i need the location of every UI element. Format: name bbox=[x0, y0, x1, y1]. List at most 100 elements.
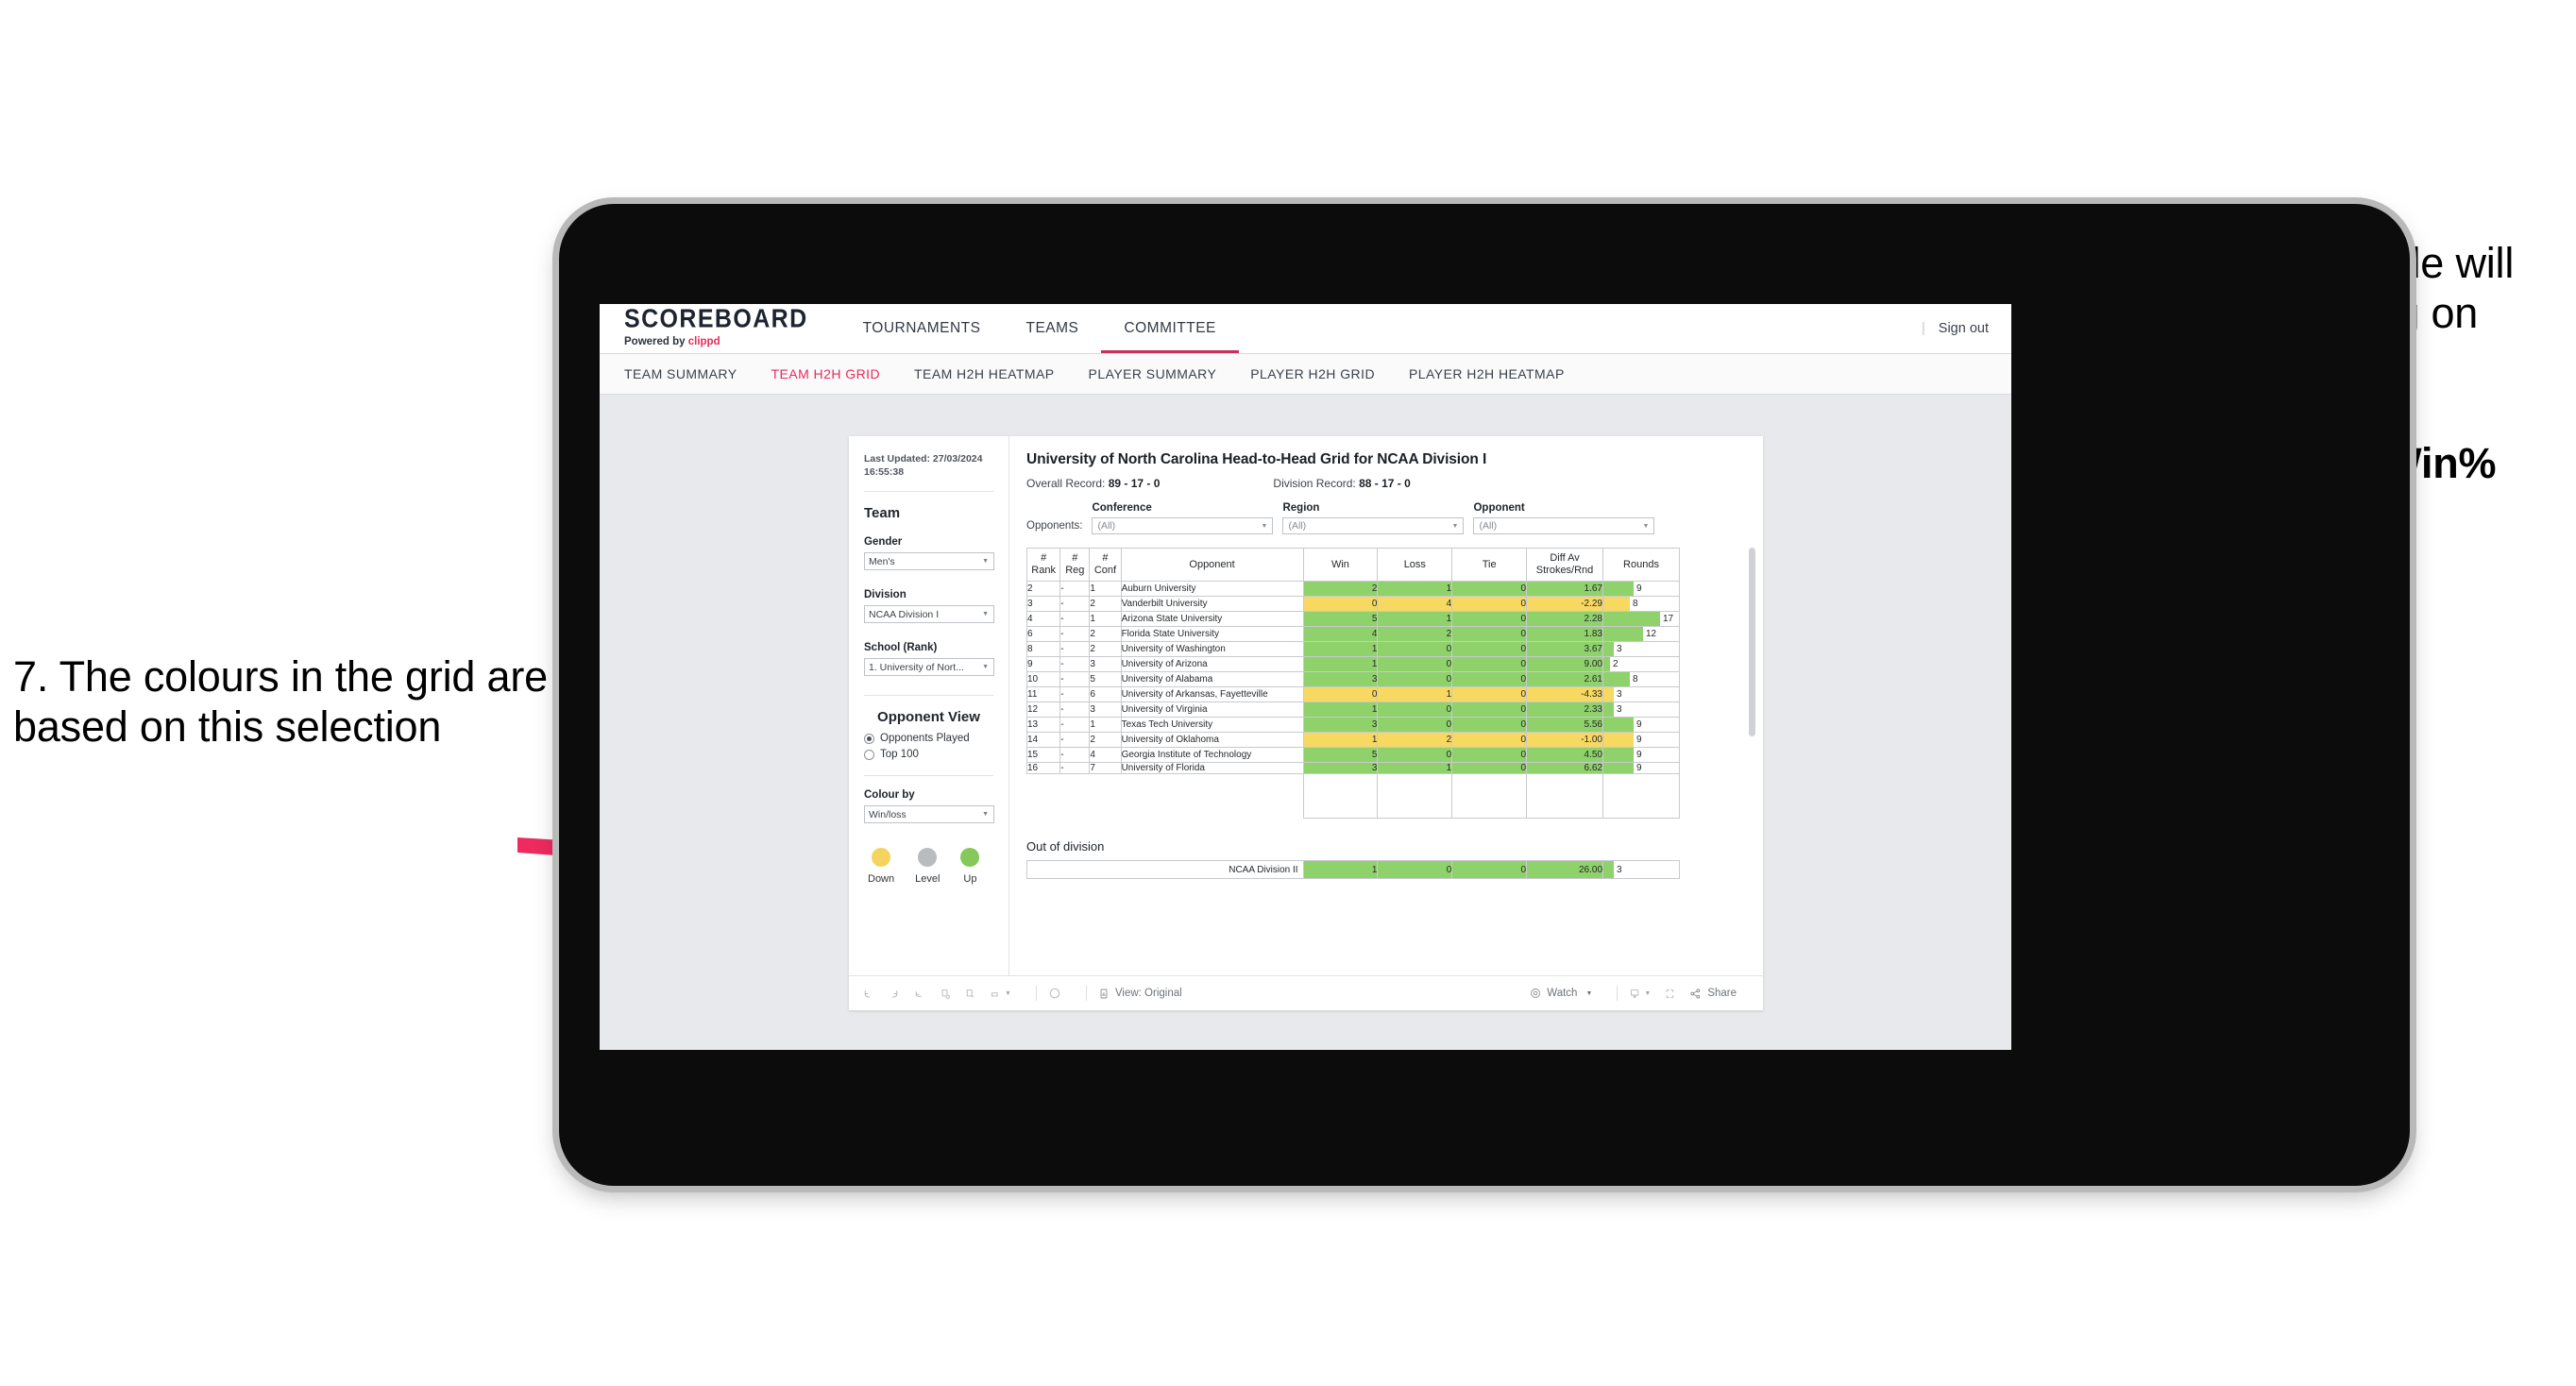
fullscreen-icon[interactable] bbox=[1664, 988, 1676, 1000]
table-row[interactable]: 8-2 University of Washington 1 0 0 3.67 3 bbox=[1025, 641, 1680, 657]
col-opponent: Opponent bbox=[1120, 548, 1304, 582]
sign-out-area: | Sign out bbox=[1922, 304, 1989, 353]
h2h-grid-header-row: # Rank # Reg # Conf Opponent Win Loss Tie D… bbox=[1025, 548, 1680, 582]
table-row[interactable]: 16-7 University of Florida 3 1 0 6.62 9 bbox=[1025, 762, 1680, 774]
cell-diff: 6.62 bbox=[1526, 762, 1603, 774]
cell-diff: 4.50 bbox=[1526, 747, 1603, 763]
overall-record: Overall Record: 89 - 17 - 0 bbox=[1026, 477, 1160, 490]
cell-reg: - bbox=[1059, 656, 1091, 672]
watch-button[interactable]: Watch ▼ bbox=[1530, 988, 1592, 999]
refresh-icon[interactable] bbox=[939, 988, 951, 1000]
col-conf: # Conf bbox=[1089, 548, 1122, 582]
table-row[interactable]: 11-6 University of Arkansas, Fayetteville… bbox=[1025, 686, 1680, 702]
opponents-filter-label: Opponents: bbox=[1026, 520, 1083, 532]
region-filter-select[interactable]: (All) ▼ bbox=[1282, 517, 1465, 534]
od-cell-loss: 0 bbox=[1377, 860, 1453, 879]
help-icon[interactable] bbox=[1048, 987, 1061, 1000]
chevron-down-icon: ▼ bbox=[1642, 522, 1650, 530]
cell-conf: 4 bbox=[1089, 747, 1122, 763]
subnav-team-h2h-heatmap[interactable]: TEAM H2H HEATMAP bbox=[914, 366, 1055, 381]
cell-rounds: 9 bbox=[1602, 581, 1680, 597]
cell-reg: - bbox=[1059, 686, 1091, 702]
cell-tie: 0 bbox=[1451, 701, 1528, 718]
table-row[interactable]: 9-3 University of Arizona 1 0 0 9.00 2 bbox=[1025, 656, 1680, 672]
nav-tab-committee[interactable]: COMMITTEE bbox=[1101, 304, 1239, 353]
h2h-grid-head: # Rank # Reg # Conf Opponent Win Loss Tie D… bbox=[1025, 548, 1680, 582]
subnav-player-h2h-heatmap[interactable]: PLAYER H2H HEATMAP bbox=[1409, 366, 1565, 381]
annotation-left: 7. The colours in the grid are based on … bbox=[13, 652, 548, 752]
nav-tab-tournaments[interactable]: TOURNAMENTS bbox=[840, 304, 1004, 353]
table-row[interactable]: 4-1 Arizona State University 5 1 0 2.28 17 bbox=[1025, 611, 1680, 627]
cell-rounds: 9 bbox=[1602, 762, 1680, 774]
download-icon[interactable]: ▼ bbox=[1629, 988, 1651, 1000]
od-cell-win: 1 bbox=[1302, 860, 1379, 879]
cell-reg: - bbox=[1059, 671, 1091, 687]
share-button[interactable]: Share bbox=[1689, 988, 1737, 1000]
table-row[interactable]: 13-1 Texas Tech University 3 0 0 5.56 9 bbox=[1025, 717, 1680, 733]
table-row[interactable]: 6-2 Florida State University 4 2 0 1.83 12 bbox=[1025, 626, 1680, 642]
cell-win: 1 bbox=[1302, 656, 1379, 672]
brand-powered-by: Powered by bbox=[624, 336, 688, 348]
cell-diff: 1.67 bbox=[1526, 581, 1603, 597]
legend-item-up: Up bbox=[960, 848, 980, 885]
col-rounds: Rounds bbox=[1602, 548, 1680, 582]
table-row[interactable]: 12-3 University of Virginia 1 0 0 2.33 3 bbox=[1025, 701, 1680, 718]
radio-top-100[interactable]: Top 100 bbox=[864, 749, 1008, 760]
table-row[interactable]: 14-2 University of Oklahoma 1 2 0 -1.00 9 bbox=[1025, 732, 1680, 748]
cell-rounds: 3 bbox=[1602, 686, 1680, 702]
tableau-toolbar: ▼ View: Original Watch ▼ ▼ Share bbox=[849, 975, 1763, 1010]
cell-diff: 2.28 bbox=[1526, 611, 1603, 627]
conference-filter-value: (All) bbox=[1097, 520, 1116, 532]
table-row[interactable]: 10-5 University of Alabama 3 0 0 2.61 8 bbox=[1025, 671, 1680, 687]
revert-icon[interactable] bbox=[913, 988, 925, 1000]
grid-scrollbar[interactable] bbox=[1749, 548, 1755, 736]
toolbar-separator-2 bbox=[1085, 986, 1087, 1001]
cell-diff: 2.33 bbox=[1526, 701, 1603, 718]
cell-loss: 0 bbox=[1377, 717, 1453, 733]
region-filter-label: Region bbox=[1282, 502, 1320, 514]
subnav-player-h2h-grid[interactable]: PLAYER H2H GRID bbox=[1250, 366, 1375, 381]
cell-win: 1 bbox=[1302, 641, 1379, 657]
gender-select[interactable]: Men's ▼ bbox=[864, 552, 994, 571]
cell-rank: 2 bbox=[1025, 581, 1061, 597]
cell-loss: 1 bbox=[1377, 581, 1453, 597]
legend-label-level: Level bbox=[915, 873, 941, 886]
conference-filter: Conference (All) ▼ bbox=[1092, 502, 1274, 534]
redo-icon[interactable] bbox=[888, 988, 900, 1000]
division-select[interactable]: NCAA Division I ▼ bbox=[864, 605, 994, 624]
table-row[interactable]: 15-4 Georgia Institute of Technology 5 0 0 4.… bbox=[1025, 747, 1680, 763]
colour-by-select[interactable]: Win/loss ▼ bbox=[864, 805, 994, 824]
school-select[interactable]: 1. University of Nort... ▼ bbox=[864, 658, 994, 677]
subnav-team-summary[interactable]: TEAM SUMMARY bbox=[624, 366, 737, 381]
table-row[interactable]: 2-1 Auburn University 2 1 0 1.67 9 bbox=[1025, 581, 1680, 597]
alert-icon[interactable]: ▼ bbox=[990, 988, 1011, 1000]
nav-tab-teams[interactable]: TEAMS bbox=[1004, 304, 1102, 353]
opponent-filter-select[interactable]: (All) ▼ bbox=[1473, 517, 1655, 534]
view-original-button[interactable]: View: Original bbox=[1098, 988, 1182, 1000]
col-rank: # Rank bbox=[1025, 548, 1061, 582]
sign-out-link[interactable]: Sign out bbox=[1939, 321, 1989, 336]
panel-divider-3 bbox=[864, 775, 993, 777]
view-title: University of North Carolina Head-to-Hea… bbox=[1026, 451, 1487, 467]
cell-conf: 1 bbox=[1089, 581, 1122, 597]
cell-tie: 0 bbox=[1451, 626, 1528, 642]
share-label: Share bbox=[1707, 988, 1737, 999]
undo-icon[interactable] bbox=[862, 988, 874, 1000]
pause-updates-icon[interactable] bbox=[964, 988, 976, 1000]
cell-conf: 7 bbox=[1089, 762, 1122, 774]
conference-filter-select[interactable]: (All) ▼ bbox=[1092, 517, 1274, 534]
out-of-division-heading: Out of division bbox=[1026, 839, 1105, 854]
cell-conf: 2 bbox=[1089, 596, 1122, 612]
subnav-team-h2h-grid[interactable]: TEAM H2H GRID bbox=[771, 366, 881, 381]
panel-divider-1 bbox=[864, 491, 993, 493]
subnav-player-summary[interactable]: PLAYER SUMMARY bbox=[1089, 366, 1217, 381]
cell-win: 3 bbox=[1302, 671, 1379, 687]
out-of-division-table: NCAA Division II 1 0 0 26.00 3 bbox=[1026, 860, 1680, 879]
radio-opponents-played[interactable]: Opponents Played bbox=[864, 733, 1008, 744]
legend-dot-up-icon bbox=[960, 848, 980, 868]
cell-opponent: Auburn University bbox=[1120, 581, 1304, 597]
cell-win: 0 bbox=[1302, 596, 1379, 612]
radio-icon-selected bbox=[864, 733, 874, 744]
colour-by-select-value: Win/loss bbox=[869, 808, 907, 820]
table-row[interactable]: 3-2 Vanderbilt University 0 4 0 -2.29 8 bbox=[1025, 596, 1680, 612]
